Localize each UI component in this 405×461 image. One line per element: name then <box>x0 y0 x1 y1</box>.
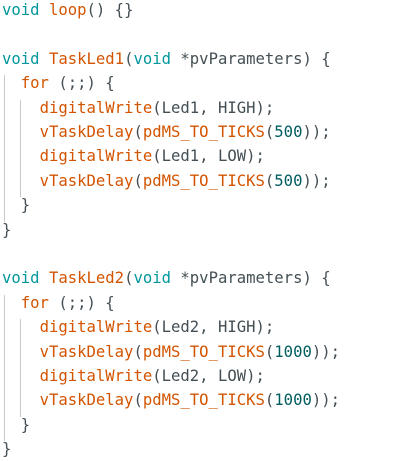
identifier-token: pdMS_TO_TICKS <box>142 391 265 410</box>
code-line: void TaskLed2(void *pvParameters) { <box>2 266 405 290</box>
identifier-token: digitalWrite <box>39 367 153 385</box>
identifier-token: vTaskDelay <box>39 171 134 190</box>
identifier-token: pdMS_TO_TICKS <box>142 123 265 141</box>
code-line: digitalWrite(Led1, HIGH); <box>2 96 405 120</box>
code-text: (;;) { <box>48 74 115 93</box>
identifier-token: for <box>20 74 49 93</box>
identifier-token: vTaskDelay <box>39 391 134 410</box>
identifier-token: pdMS_TO_TICKS <box>142 342 265 361</box>
code-line: } <box>2 218 405 242</box>
code-text: *pvParameters) { <box>171 49 331 68</box>
code-text: ( <box>133 342 143 361</box>
keyword-token: void <box>2 49 40 68</box>
code-text: () {} <box>86 1 134 19</box>
code-line: vTaskDelay(pdMS_TO_TICKS(500)); <box>2 169 405 193</box>
keyword-token: void <box>2 269 40 288</box>
code-line: vTaskDelay(pdMS_TO_TICKS(1000)); <box>2 340 405 364</box>
identifier-token: TaskLed1 <box>48 49 125 68</box>
code-text: (Led1, LOW); <box>152 147 265 166</box>
code-text: ( <box>264 391 275 410</box>
identifier-token: digitalWrite <box>39 98 153 117</box>
identifier-token: TaskLed2 <box>48 269 125 288</box>
code-text: *pvParameters) { <box>171 269 331 288</box>
code-line: void TaskLed1(void *pvParameters) { <box>2 47 405 71</box>
number-token: 500 <box>274 171 303 190</box>
identifier-token: vTaskDelay <box>39 342 134 361</box>
identifier-token: vTaskDelay <box>39 123 134 141</box>
code-line: digitalWrite(Led1, LOW); <box>2 144 405 168</box>
identifier-token: for <box>20 293 49 312</box>
number-token: 1000 <box>274 342 312 361</box>
code-text: (Led2, HIGH); <box>152 318 275 337</box>
keyword-token: void <box>133 269 172 288</box>
code-text: )); <box>302 123 331 141</box>
code-text: )); <box>302 171 331 190</box>
code-line: for (;;) { <box>2 291 405 315</box>
code-line: } <box>2 193 405 217</box>
code-line: for (;;) { <box>2 71 405 95</box>
code-line: digitalWrite(Led2, HIGH); <box>2 315 405 339</box>
code-text: } <box>2 440 12 459</box>
number-token: 1000 <box>274 391 312 410</box>
code-text: (;;) { <box>48 293 115 312</box>
code-text: ( <box>264 342 275 361</box>
identifier-token: pdMS_TO_TICKS <box>142 171 265 190</box>
keyword-token: void <box>2 1 40 19</box>
keyword-token: void <box>133 49 172 68</box>
code-line: } <box>2 413 405 437</box>
identifier-token: digitalWrite <box>39 318 153 337</box>
code-text: (Led2, LOW); <box>152 367 265 385</box>
code-line: void loop() {} <box>2 0 405 22</box>
code-text: )); <box>311 391 341 410</box>
code-text: ( <box>133 171 143 190</box>
code-text: ( <box>133 123 143 141</box>
code-line: digitalWrite(Led2, LOW); <box>2 364 405 388</box>
code-editor[interactable]: void loop() {} void TaskLed1(void *pvPara… <box>0 0 405 458</box>
code-text: (Led1, HIGH); <box>152 98 275 117</box>
identifier-token: loop <box>48 1 87 19</box>
code-text: } <box>2 415 31 434</box>
code-line: vTaskDelay(pdMS_TO_TICKS(500)); <box>2 120 405 144</box>
identifier-token: digitalWrite <box>39 147 153 166</box>
code-line: } <box>2 437 405 461</box>
code-text: )); <box>311 342 341 361</box>
code-line: vTaskDelay(pdMS_TO_TICKS(1000)); <box>2 388 405 412</box>
code-text: ( <box>264 171 275 190</box>
code-text: ( <box>264 123 275 141</box>
code-text: } <box>2 196 31 215</box>
code-text: ( <box>133 391 143 410</box>
code-text: } <box>2 220 12 239</box>
number-token: 500 <box>274 123 303 141</box>
